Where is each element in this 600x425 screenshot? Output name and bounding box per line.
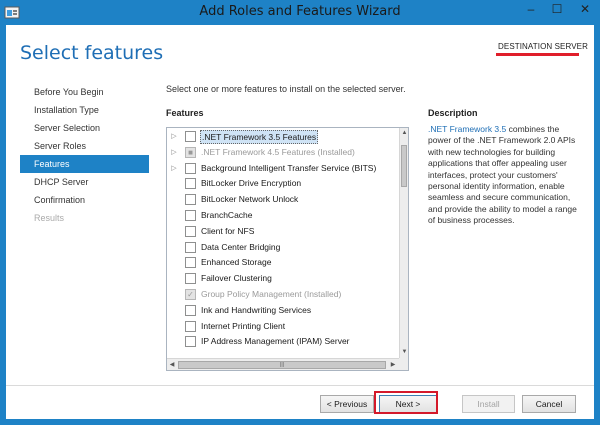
feature-checkbox: ✓: [185, 289, 196, 300]
scroll-up-icon[interactable]: ▲: [400, 129, 408, 138]
feature-label: Group Policy Management (Installed): [201, 289, 342, 299]
feature-checkbox: ■: [185, 146, 196, 158]
scroll-corner: [399, 358, 408, 370]
feature-label: .NET Framework 3.5 Features: [200, 130, 319, 144]
page-title: Select features: [20, 42, 164, 64]
feature-row[interactable]: ▷ Background Intelligent Transfer Service…: [167, 161, 399, 176]
features-tree[interactable]: ▷ .NET Framework 3.5 Features ▷ ■ .NET Frame…: [166, 127, 409, 371]
feature-row[interactable]: BranchCache: [167, 208, 399, 223]
feature-label: Failover Clustering: [201, 273, 272, 284]
feature-checkbox[interactable]: [185, 194, 196, 206]
feature-label: Client for NFS: [201, 225, 255, 236]
feature-checkbox[interactable]: [185, 178, 196, 190]
feature-row[interactable]: Internet Printing Client: [167, 319, 399, 334]
feature-checkbox[interactable]: [185, 210, 196, 221]
minimize-icon[interactable]: –: [518, 0, 544, 19]
window-title: Add Roles and Features Wizard: [199, 4, 401, 19]
feature-row[interactable]: IP Address Management (IPAM) Server: [167, 334, 399, 349]
nav-item-installation-type[interactable]: Installation Type: [20, 101, 149, 119]
feature-checkbox[interactable]: [185, 336, 196, 348]
nav-item-confirmation[interactable]: Confirmation: [20, 191, 149, 209]
expand-arrow-icon[interactable]: ▷: [170, 132, 178, 141]
feature-row[interactable]: Data Center Bridging: [167, 240, 399, 255]
destination-server-label: DESTINATION SERVER: [498, 42, 588, 51]
previous-button[interactable]: < Previous: [320, 395, 374, 413]
description-body: combines the power of the .NET Framework…: [428, 124, 577, 226]
feature-checkbox[interactable]: [185, 257, 196, 269]
title-bar[interactable]: Add Roles and Features Wizard – ☐ ✕: [0, 0, 600, 24]
feature-label: IP Address Management (IPAM) Server: [201, 336, 350, 347]
wizard-content: Select features DESTINATION SERVER Befor…: [6, 25, 594, 419]
feature-label: .NET Framework 4.5 Features (Installed): [201, 146, 355, 157]
feature-label: BranchCache: [201, 210, 253, 220]
cancel-button[interactable]: Cancel: [522, 395, 576, 413]
scroll-right-icon[interactable]: ▶: [388, 360, 398, 370]
footer-divider: [6, 385, 594, 386]
feature-label: Background Intelligent Transfer Service …: [201, 162, 377, 173]
feature-row[interactable]: BitLocker Network Unlock: [167, 192, 399, 207]
close-icon[interactable]: ✕: [570, 0, 600, 19]
wizard-nav: Before You Begin Installation Type Server …: [20, 83, 150, 227]
feature-row[interactable]: Client for NFS: [167, 224, 399, 239]
vertical-scrollbar[interactable]: ▲ ▼: [399, 128, 408, 358]
feature-label: BitLocker Drive Encryption: [201, 178, 302, 189]
description-link[interactable]: .NET Framework 3.5: [428, 124, 506, 134]
next-button-highlight: [374, 391, 438, 414]
feature-row[interactable]: Enhanced Storage: [167, 255, 399, 270]
feature-row[interactable]: ▷ .NET Framework 3.5 Features: [167, 129, 399, 144]
feature-checkbox[interactable]: [185, 320, 196, 332]
wizard-window: Add Roles and Features Wizard – ☐ ✕ Sele…: [0, 0, 600, 425]
description-text: .NET Framework 3.5 combines the power of…: [428, 124, 578, 227]
nav-item-server-roles[interactable]: Server Roles: [20, 137, 149, 155]
features-header: Features: [166, 108, 204, 118]
nav-item-dhcp-server[interactable]: DHCP Server: [20, 173, 149, 191]
horizontal-scrollbar[interactable]: ◀ ||| ▶: [167, 358, 399, 370]
feature-checkbox[interactable]: [185, 131, 196, 142]
feature-checkbox[interactable]: [185, 162, 196, 174]
feature-row[interactable]: Failover Clustering: [167, 271, 399, 286]
feature-checkbox[interactable]: [185, 241, 196, 253]
nav-item-before-you-begin[interactable]: Before You Begin: [20, 83, 149, 101]
nav-item-server-selection[interactable]: Server Selection: [20, 119, 149, 137]
feature-row[interactable]: ✓ Group Policy Management (Installed): [167, 287, 399, 302]
feature-row[interactable]: Ink and Handwriting Services: [167, 303, 399, 318]
feature-row[interactable]: ▷ ■ .NET Framework 4.5 Features (Installed…: [167, 145, 399, 160]
scroll-left-icon[interactable]: ◀: [167, 360, 177, 370]
nav-item-features[interactable]: Features: [20, 155, 149, 173]
vertical-scroll-thumb[interactable]: [401, 145, 407, 187]
feature-label: BitLocker Network Unlock: [201, 194, 299, 205]
expand-arrow-icon[interactable]: ▷: [170, 148, 178, 157]
feature-label: Internet Printing Client: [201, 320, 286, 331]
destination-underline: [496, 53, 579, 56]
install-button: Install: [462, 395, 515, 413]
nav-item-results: Results: [34, 213, 65, 223]
expand-arrow-icon[interactable]: ▷: [170, 164, 178, 173]
feature-label: Data Center Bridging: [201, 241, 281, 252]
intro-text: Select one or more features to install o…: [166, 84, 406, 94]
maximize-icon[interactable]: ☐: [544, 0, 570, 19]
feature-checkbox[interactable]: [185, 304, 196, 316]
feature-row[interactable]: BitLocker Drive Encryption: [167, 176, 399, 191]
scroll-down-icon[interactable]: ▼: [400, 348, 408, 357]
feature-label: Enhanced Storage: [201, 257, 272, 268]
feature-label: Ink and Handwriting Services: [201, 304, 312, 315]
horizontal-scroll-thumb[interactable]: |||: [178, 361, 386, 369]
feature-checkbox[interactable]: [185, 225, 196, 237]
description-header: Description: [428, 108, 478, 118]
feature-checkbox[interactable]: [185, 273, 196, 285]
